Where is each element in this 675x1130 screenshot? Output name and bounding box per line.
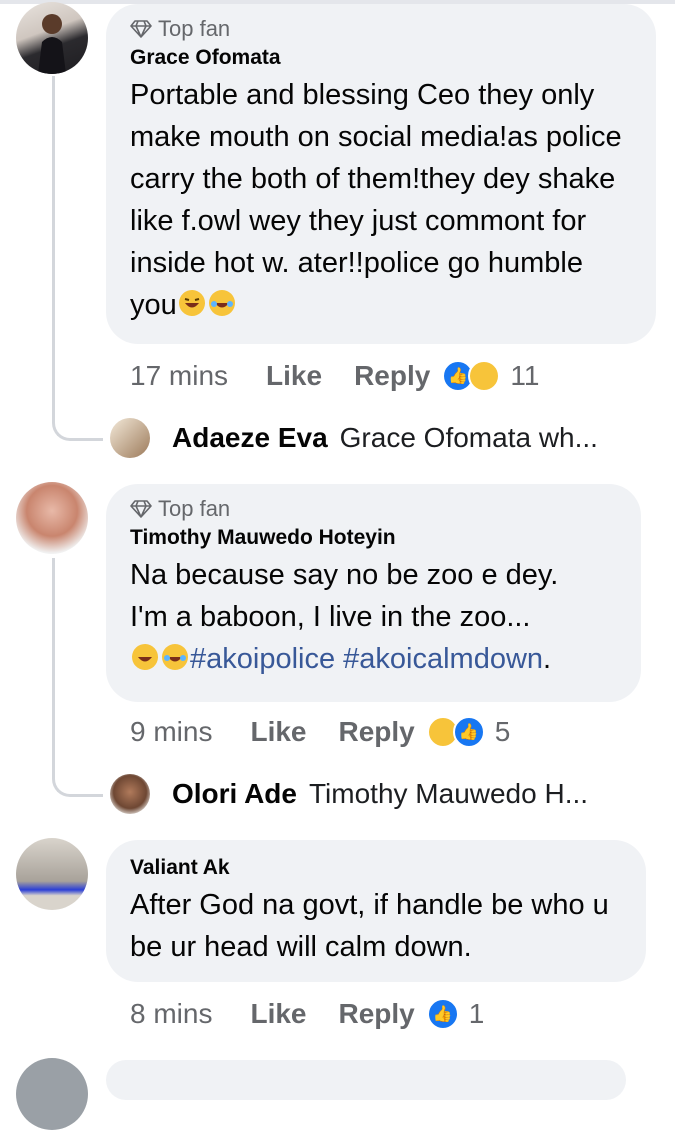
reply-preview[interactable]: Adaeze Eva Grace Ofomata wh... (172, 422, 598, 454)
laughing-emoji-icon (130, 642, 160, 684)
reactions[interactable]: 👍 (442, 360, 501, 392)
laughing-emoji-icon (207, 288, 237, 330)
reactions[interactable]: 👍 (426, 716, 485, 748)
comment-author[interactable]: Timothy Mauwedo Hoteyin (130, 526, 617, 550)
comment-bubble (106, 1060, 626, 1100)
comment-line: Na because say no be zoo e dey. (130, 559, 559, 591)
avatar[interactable] (16, 1058, 88, 1130)
avatar[interactable] (16, 482, 88, 554)
thread-line (52, 558, 55, 772)
comment-author[interactable]: Grace Ofomata (130, 46, 632, 70)
like-reaction-icon: 👍 (426, 998, 459, 1030)
like-button[interactable]: Like (266, 360, 322, 392)
reply-preview[interactable]: Olori Ade Timothy Mauwedo H... (172, 778, 588, 810)
top-fan-badge: Top fan (130, 14, 632, 44)
reply-button[interactable]: Reply (339, 998, 415, 1030)
like-button[interactable]: Like (250, 998, 306, 1030)
reply-avatar[interactable] (110, 418, 150, 458)
comment-body: Portable and blessing Ceo they only make… (130, 79, 622, 321)
badge-label: Top fan (158, 496, 231, 521)
comment-text: Na because say no be zoo e dey. I'm a ba… (130, 554, 617, 684)
comment-bubble: Valiant Ak After God na govt, if handle … (106, 840, 646, 982)
comment-time[interactable]: 9 mins (130, 716, 212, 748)
laughing-emoji-icon (160, 642, 190, 684)
reaction-count[interactable]: 5 (495, 716, 511, 748)
comment-meta: 9 mins Like Reply 👍 5 (130, 716, 510, 748)
comment-meta: 17 mins Like Reply 👍 11 (130, 360, 539, 392)
comment-meta: 8 mins Like Reply 👍 1 (130, 998, 484, 1030)
reply-snippet[interactable]: Grace Ofomata wh... (340, 422, 598, 454)
reactions[interactable]: 👍 (426, 998, 459, 1030)
diamond-icon (130, 500, 152, 518)
reply-snippet[interactable]: Timothy Mauwedo H... (309, 778, 588, 810)
thread-connector (52, 772, 103, 797)
top-fan-badge: Top fan (130, 494, 617, 524)
laughing-emoji-icon (177, 288, 207, 330)
comment-author[interactable]: Valiant Ak (130, 856, 622, 880)
thread-line (52, 76, 55, 416)
comment-line: I'm a baboon, I live in the zoo... (130, 601, 531, 633)
reaction-count[interactable]: 1 (469, 998, 485, 1030)
like-reaction-icon: 👍 (452, 716, 485, 748)
reply-button[interactable]: Reply (339, 716, 415, 748)
comment-bubble: Top fan Grace Ofomata Portable and bless… (106, 4, 656, 344)
comment-text: After God na govt, if handle be who u be… (130, 889, 609, 963)
comment-time[interactable]: 8 mins (130, 998, 212, 1030)
punctuation: . (543, 643, 552, 675)
comment-bubble: Top fan Timothy Mauwedo Hoteyin Na becau… (106, 484, 641, 702)
diamond-icon (130, 20, 152, 38)
comment-time[interactable]: 17 mins (130, 360, 228, 392)
reply-button[interactable]: Reply (354, 360, 430, 392)
badge-label: Top fan (158, 16, 231, 41)
reply-author[interactable]: Adaeze Eva (172, 422, 328, 454)
like-button[interactable]: Like (250, 716, 306, 748)
reply-avatar[interactable] (110, 774, 150, 814)
thread-connector (52, 416, 103, 441)
comment-line: #akoipolice #akoicalmdown. (130, 638, 617, 684)
avatar[interactable] (16, 2, 88, 74)
comment-text: Portable and blessing Ceo they only make… (130, 74, 632, 330)
hashtag-link[interactable]: #akoipolice #akoicalmdown (190, 643, 543, 675)
reaction-count[interactable]: 11 (510, 360, 539, 392)
avatar[interactable] (16, 838, 88, 910)
reply-author[interactable]: Olori Ade (172, 778, 297, 810)
haha-reaction-icon (468, 360, 501, 392)
